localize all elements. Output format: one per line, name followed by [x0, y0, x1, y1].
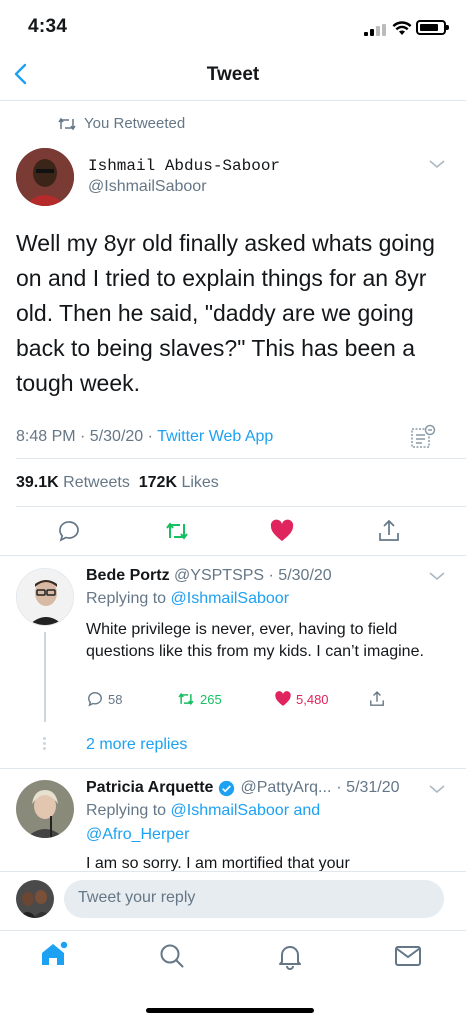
actions-divider [0, 555, 466, 556]
reply2-header: Patricia Arquette @PattyArq... · 5/31/20 [86, 779, 400, 797]
reply2-replying-prefix: Replying to [86, 802, 171, 819]
page-title: Tweet [206, 64, 260, 85]
status-time: 4:34 [28, 16, 68, 37]
reply-author-name[interactable]: Bede Portz [86, 567, 170, 584]
reply-avatar-patricia[interactable] [16, 780, 74, 838]
engagement-counts: 39.1K Retweets 172K Likes [16, 474, 219, 492]
reply2-replying-handle[interactable]: @IshmailSaboor and [171, 802, 321, 819]
retweet-context: You Retweeted [58, 115, 185, 132]
meta-divider [16, 458, 466, 459]
reply-header: Bede Portz @YSPTSPS · 5/30/20 [86, 567, 332, 585]
retweets-label[interactable]: Retweets [63, 474, 130, 491]
thread-line [44, 632, 46, 722]
reply-handle-date[interactable]: @YSPTSPS · 5/30/20 [174, 567, 332, 584]
battery-icon [416, 20, 449, 35]
reply2-replying-handle-2[interactable]: @Afro_Herper [86, 826, 189, 844]
retweet-icon [58, 117, 76, 130]
retweet-button-icon[interactable] [164, 518, 190, 544]
reply-avatar-bede[interactable] [16, 568, 74, 626]
reply2-author-name[interactable]: Patricia Arquette [86, 779, 213, 797]
reply2-menu-chevron-icon[interactable] [428, 783, 446, 795]
likes-count[interactable]: 172K [139, 474, 177, 491]
header-divider [0, 100, 466, 101]
retweet-icon [178, 692, 194, 706]
retweets-count[interactable]: 39.1K [16, 474, 59, 491]
reply-like-count: 5,480 [296, 691, 329, 707]
reply2-date[interactable]: · 5/31/20 [336, 779, 399, 797]
tweet-source[interactable]: Twitter Web App [157, 428, 273, 445]
tweet-menu-chevron-icon[interactable] [428, 158, 446, 170]
author-avatar[interactable] [16, 148, 74, 206]
composer-avatar[interactable] [16, 880, 54, 918]
tabbar-divider [0, 930, 466, 931]
tweet-text: Well my 8yr old finally asked whats goin… [16, 230, 435, 396]
reply2-handle[interactable]: @PattyArq... [240, 779, 331, 797]
like-filled-icon [275, 691, 291, 706]
tweet-meta: 8:48 PM · 5/30/20 · Twitter Web App [16, 428, 273, 446]
author-handle[interactable]: @IshmailSaboor [88, 178, 207, 196]
search-icon[interactable] [158, 942, 186, 970]
reply-text: White privilege is never, ever, having t… [86, 621, 424, 660]
likes-label[interactable]: Likes [181, 474, 218, 491]
messages-icon[interactable] [394, 944, 422, 968]
retweet-context-label: You Retweeted [84, 115, 186, 132]
share-icon[interactable] [376, 518, 402, 544]
reply-reply-count: 58 [108, 691, 123, 707]
home-indicator [146, 1008, 314, 1013]
more-replies-link[interactable]: 2 more replies [86, 736, 187, 754]
reply-icon[interactable] [56, 518, 82, 544]
like-filled-icon[interactable] [269, 518, 295, 544]
more-dots-icon [43, 737, 46, 751]
replying-to: Replying to @IshmailSaboor [86, 590, 289, 608]
tweet-timestamp: 8:48 PM · 5/30/20 · [16, 428, 158, 445]
reply-menu-chevron-icon[interactable] [428, 570, 446, 582]
analytics-icon[interactable] [410, 424, 436, 450]
reply-retweet-count: 265 [200, 691, 222, 707]
reply-divider [0, 768, 466, 769]
reply-compose-input[interactable]: Tweet your reply [64, 880, 444, 918]
verified-badge-icon [219, 780, 235, 796]
reply-icon [88, 692, 102, 707]
reply-like-action[interactable]: 5,480 [274, 690, 329, 708]
reply-reply-action[interactable]: 58 [86, 690, 122, 708]
counts-divider [16, 506, 466, 507]
wifi-icon [392, 21, 412, 35]
reply2-text: I am so sorry. I am mortified that your [86, 855, 350, 871]
reply2-replying-to: Replying to @IshmailSaboor and [86, 802, 320, 820]
replying-to-prefix: Replying to [86, 590, 171, 607]
home-icon[interactable] [38, 938, 70, 970]
author-name[interactable]: Ishmail Abdus-Saboor [88, 157, 280, 175]
notifications-icon[interactable] [276, 942, 304, 970]
reply-retweet-action[interactable]: 265 [176, 690, 222, 708]
share-icon[interactable] [368, 690, 386, 708]
cellular-signal-icon [364, 24, 386, 36]
replying-to-handle[interactable]: @IshmailSaboor [171, 590, 290, 607]
